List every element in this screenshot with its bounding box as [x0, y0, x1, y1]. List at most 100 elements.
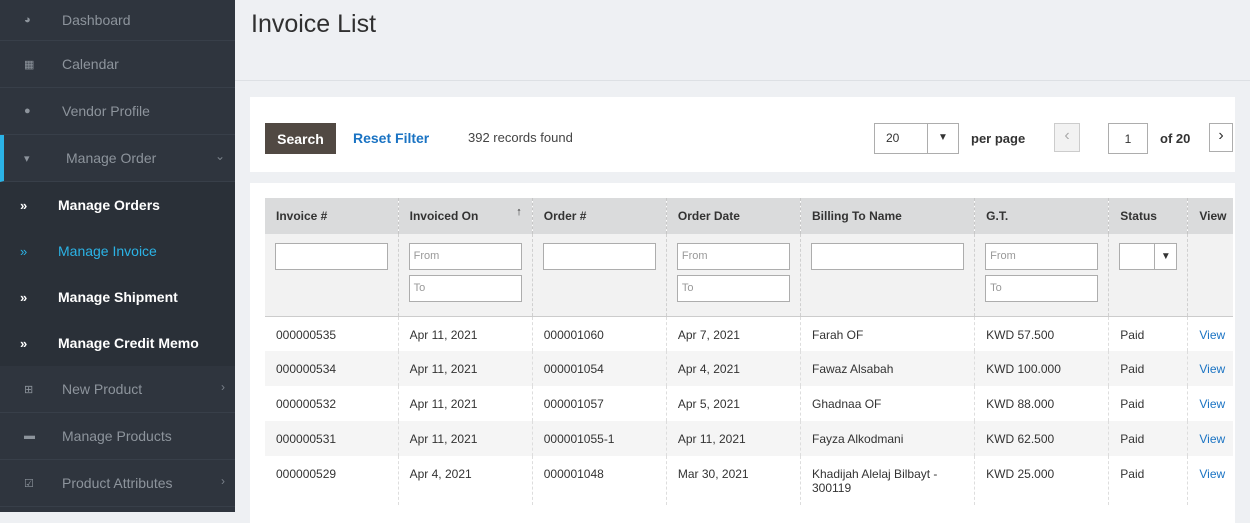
- sidebar-subitem-label: Manage Shipment: [58, 289, 178, 305]
- sidebar-subitem-label: Manage Credit Memo: [58, 335, 199, 351]
- view-link[interactable]: View: [1199, 362, 1225, 376]
- sidebar-subitem-label: Manage Orders: [58, 197, 160, 213]
- column-header-invoice[interactable]: Invoice #: [265, 198, 399, 234]
- records-count: 392 records found: [468, 130, 573, 145]
- cell-status: Paid: [1108, 386, 1189, 421]
- search-button[interactable]: Search: [265, 123, 336, 154]
- previous-page-button[interactable]: ‹: [1054, 123, 1080, 152]
- cell-order-date: Apr 4, 2021: [666, 351, 802, 386]
- page-title: Invoice List: [251, 10, 377, 38]
- sidebar-item-vendor-profile[interactable]: ● Vendor Profile: [0, 88, 235, 135]
- double-chevron-icon: »: [20, 243, 28, 259]
- plus-square-icon: ⊞: [24, 383, 34, 396]
- order-date-to-input[interactable]: To: [676, 275, 790, 302]
- view-link[interactable]: View: [1199, 432, 1225, 446]
- cell-order: 000001060: [532, 316, 667, 351]
- filter-row: From To From To From To ▼: [265, 234, 1233, 317]
- dashboard-icon: ◕: [24, 14, 31, 26]
- cell-invoice: 000000534: [265, 351, 399, 386]
- total-pages-label: of 20: [1160, 131, 1191, 146]
- cell-invoiced-on: Apr 11, 2021: [398, 351, 533, 386]
- grand-total-to-input[interactable]: To: [985, 275, 1099, 302]
- double-chevron-icon: »: [20, 289, 28, 305]
- sidebar-item-product-attributes[interactable]: ☑ Product Attributes ›: [0, 460, 235, 507]
- sort-ascending-icon: ↑: [516, 206, 522, 218]
- chevron-left-icon: ‹: [1064, 127, 1070, 144]
- grand-total-from-input[interactable]: From: [985, 243, 1099, 270]
- page-number-input[interactable]: 1: [1108, 123, 1148, 154]
- column-header-view: View: [1187, 198, 1233, 234]
- double-chevron-icon: »: [20, 197, 28, 213]
- view-link[interactable]: View: [1199, 467, 1225, 481]
- sidebar-item-new-product[interactable]: ⊞ New Product ›: [0, 366, 235, 413]
- sidebar-subitem-manage-invoice[interactable]: » Manage Invoice: [0, 228, 235, 274]
- cell-order-date: Apr 11, 2021: [666, 421, 802, 456]
- cell-status: Paid: [1108, 351, 1189, 386]
- status-filter-select[interactable]: ▼: [1119, 243, 1178, 270]
- cart-icon: ▾: [24, 152, 30, 165]
- header-divider: [235, 80, 1250, 81]
- table-row: 000000535 Apr 11, 2021 000001060 Apr 7, …: [265, 316, 1233, 351]
- per-page-label: per page: [971, 131, 1026, 146]
- order-date-from-input[interactable]: From: [676, 243, 790, 270]
- sidebar-item-label: Manage Order: [66, 150, 157, 166]
- cell-grand-total: KWD 25.000: [974, 456, 1110, 505]
- cell-order: 000001048: [532, 456, 667, 505]
- invoice-filter-input[interactable]: [275, 243, 388, 270]
- column-header-invoiced-on[interactable]: Invoiced On ↑: [398, 198, 533, 234]
- sidebar-item-label: Dashboard: [62, 12, 131, 28]
- next-page-button[interactable]: ›: [1209, 123, 1233, 152]
- order-filter-input[interactable]: [542, 243, 656, 270]
- double-chevron-icon: »: [20, 335, 28, 351]
- chevron-right-icon: ›: [221, 380, 225, 394]
- cell-order: 000001055-1: [532, 421, 667, 456]
- sidebar-item-manage-products[interactable]: ▬ Manage Products: [0, 413, 235, 460]
- cell-invoice: 000000531: [265, 421, 399, 456]
- reset-filter-link[interactable]: Reset Filter: [353, 130, 429, 146]
- sidebar: ◕ Dashboard ▦ Calendar ● Vendor Profile …: [0, 0, 235, 512]
- sidebar-subitem-manage-credit-memo[interactable]: » Manage Credit Memo: [0, 320, 235, 366]
- main-content: Invoice List Search Reset Filter 392 rec…: [235, 0, 1250, 523]
- cell-grand-total: KWD 57.500: [974, 316, 1110, 351]
- chevron-right-icon: ›: [1218, 127, 1224, 144]
- column-header-grand-total[interactable]: G.T.: [974, 198, 1110, 234]
- sidebar-subitem-manage-shipment[interactable]: » Manage Shipment: [0, 274, 235, 320]
- sidebar-item-calendar[interactable]: ▦ Calendar: [0, 41, 235, 88]
- cell-status: Paid: [1108, 421, 1189, 456]
- column-header-order-date[interactable]: Order Date: [666, 198, 802, 234]
- billing-name-filter-input[interactable]: [811, 243, 965, 270]
- sidebar-item-label: New Product: [62, 381, 143, 397]
- sidebar-item-label: Calendar: [62, 56, 119, 72]
- column-header-order[interactable]: Order #: [532, 198, 667, 234]
- invoiced-on-from-input[interactable]: From: [408, 243, 522, 270]
- invoice-table: Invoice # Invoiced On ↑ Order # Order Dat…: [265, 198, 1233, 505]
- per-page-value: 20: [886, 131, 900, 145]
- cell-order-date: Mar 30, 2021: [666, 456, 802, 505]
- sidebar-item-dashboard[interactable]: ◕ Dashboard: [0, 0, 235, 41]
- grid-toolbar: Search Reset Filter 392 records found 20…: [250, 97, 1235, 172]
- chevron-down-icon: ⌄: [214, 149, 225, 163]
- sidebar-item-label: Vendor Profile: [62, 103, 150, 119]
- check-square-icon: ☑: [24, 477, 34, 490]
- cell-invoiced-on: Apr 4, 2021: [398, 456, 533, 505]
- sidebar-item-manage-order[interactable]: ▾ Manage Order ⌄: [0, 135, 235, 182]
- calendar-icon: ▦: [24, 58, 35, 71]
- cell-order-date: Apr 7, 2021: [666, 316, 802, 351]
- column-header-status[interactable]: Status: [1108, 198, 1189, 234]
- cell-billing-name: Fawaz Alsabah: [800, 351, 976, 386]
- column-header-billing-name[interactable]: Billing To Name: [800, 198, 976, 234]
- sidebar-subitem-manage-orders[interactable]: » Manage Orders: [0, 182, 235, 228]
- cell-billing-name: Fayza Alkodmani: [800, 421, 976, 456]
- invoiced-on-to-input[interactable]: To: [408, 275, 522, 302]
- table-row: 000000534 Apr 11, 2021 000001054 Apr 4, …: [265, 351, 1233, 386]
- table-row: 000000531 Apr 11, 2021 000001055-1 Apr 1…: [265, 421, 1233, 456]
- column-header-label: Invoiced On: [409, 209, 479, 223]
- per-page-select[interactable]: 20 ▼: [874, 123, 959, 154]
- caret-down-icon[interactable]: ▼: [927, 124, 958, 153]
- user-icon: ●: [24, 105, 31, 117]
- cell-order: 000001057: [532, 386, 667, 421]
- table-header-row: Invoice # Invoiced On ↑ Order # Order Dat…: [265, 198, 1233, 234]
- cell-invoice: 000000535: [265, 316, 399, 351]
- view-link[interactable]: View: [1199, 328, 1225, 342]
- view-link[interactable]: View: [1199, 397, 1225, 411]
